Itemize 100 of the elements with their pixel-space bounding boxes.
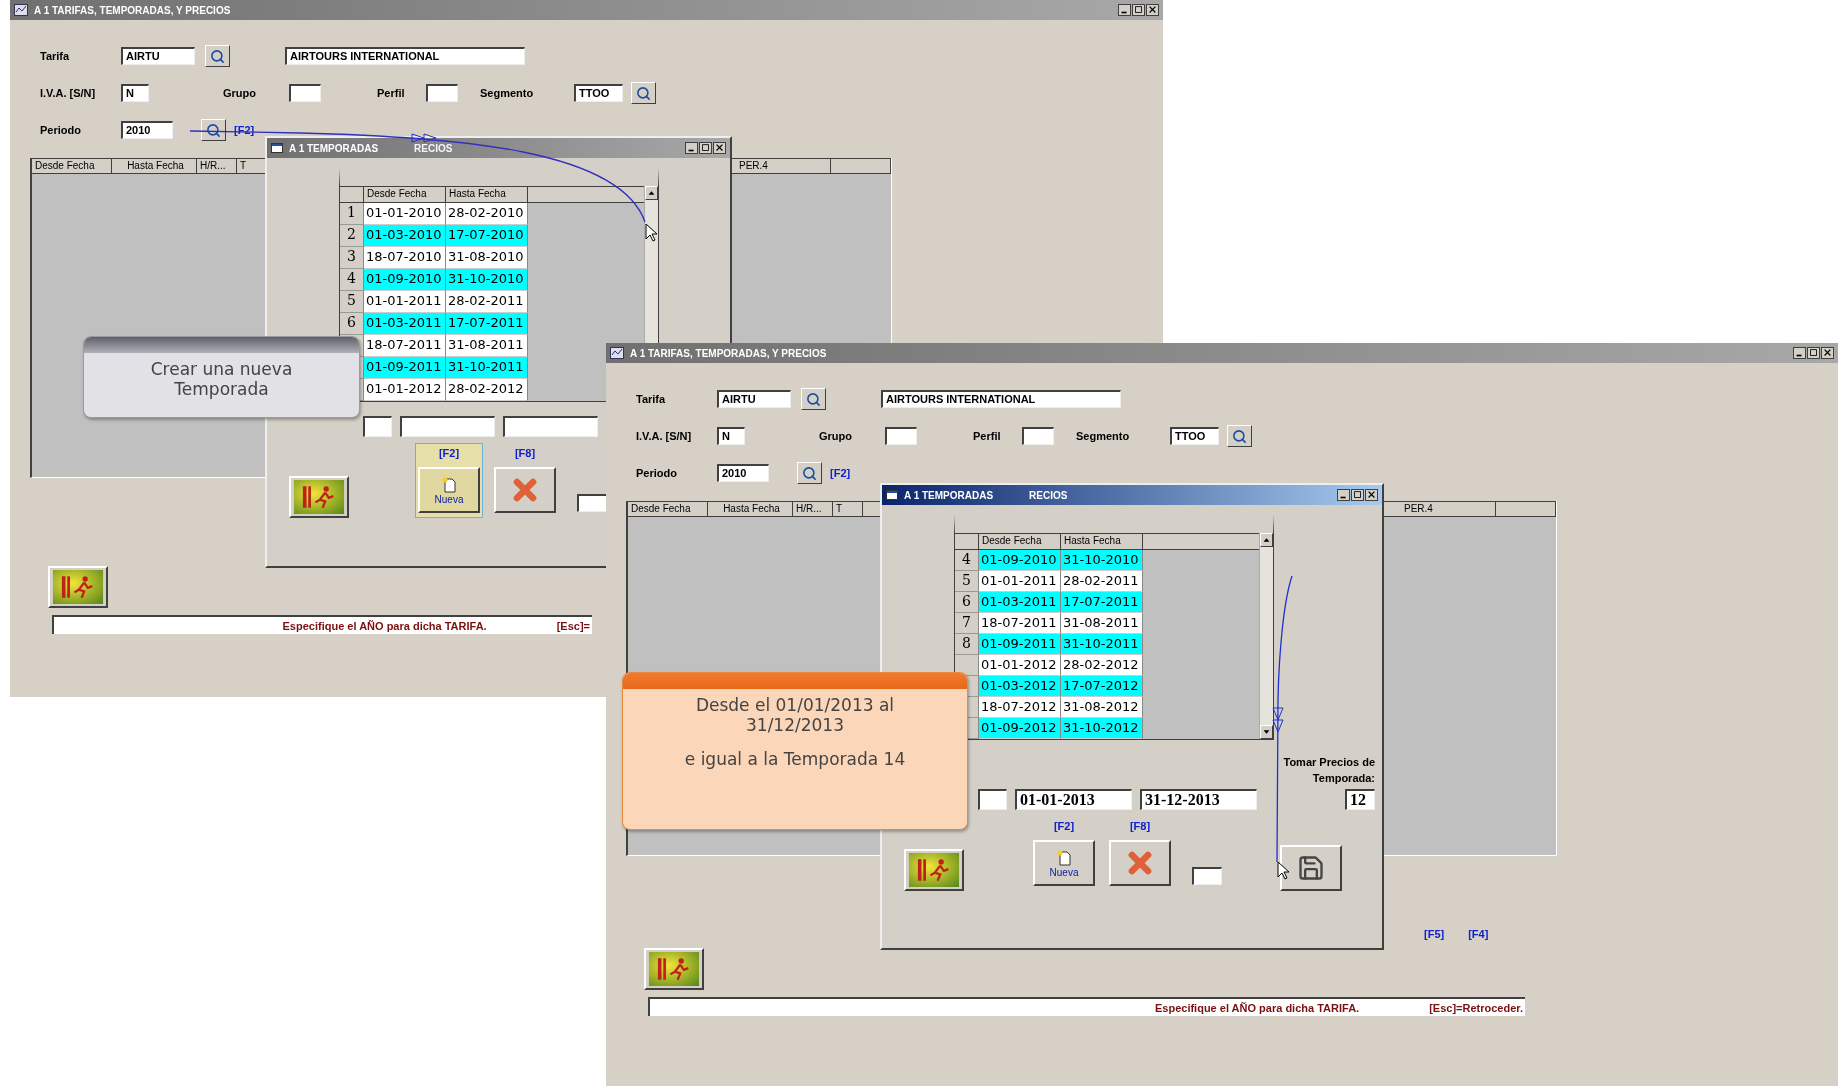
table-cell[interactable]: 01-03-2011 xyxy=(979,592,1061,613)
input-field[interactable] xyxy=(289,84,321,102)
input-field[interactable] xyxy=(1022,427,1054,445)
date-field[interactable] xyxy=(503,416,598,437)
input-field[interactable]: 2010 xyxy=(121,121,173,139)
table-cell[interactable]: 01-01-2012 xyxy=(979,655,1061,676)
column-header: T xyxy=(833,502,863,516)
callout-text: Desde el 01/01/2013 al 31/12/2013 xyxy=(694,695,896,735)
search-button[interactable] xyxy=(201,119,226,141)
input-field[interactable]: 2010 xyxy=(717,464,769,482)
table-cell[interactable]: 01-09-2012 xyxy=(979,718,1061,739)
table-cell[interactable]: 01-01-2010 xyxy=(364,203,446,225)
date-field[interactable]: 31-12-2013 xyxy=(1140,789,1257,810)
input-field[interactable] xyxy=(1192,867,1222,885)
table-cell[interactable]: 31-08-2012 xyxy=(1061,697,1143,718)
table-cell[interactable]: 01-09-2010 xyxy=(364,269,446,291)
table-cell[interactable]: 31-10-2011 xyxy=(446,357,528,379)
input-field[interactable]: AIRTOURS INTERNATIONAL xyxy=(285,47,525,65)
input-field[interactable] xyxy=(885,427,917,445)
search-button[interactable] xyxy=(801,388,826,410)
delete-button[interactable] xyxy=(494,467,556,513)
minimize-icon[interactable] xyxy=(1793,347,1806,359)
table-cell[interactable]: 28-02-2012 xyxy=(1061,655,1143,676)
input-field[interactable]: TTOO xyxy=(574,84,623,102)
table-cell[interactable]: 28-02-2011 xyxy=(1061,571,1143,592)
minimize-icon[interactable] xyxy=(1118,4,1131,16)
maximize-icon[interactable] xyxy=(1807,347,1820,359)
table-cell[interactable]: 17-07-2012 xyxy=(1061,676,1143,697)
column-header: Desde Fecha xyxy=(364,187,446,202)
exit-button[interactable] xyxy=(48,566,108,608)
table-cell[interactable]: 18-07-2011 xyxy=(364,335,446,357)
table-cell[interactable]: 01-09-2011 xyxy=(979,634,1061,655)
exit-button[interactable] xyxy=(289,476,349,518)
scroll-up-icon[interactable] xyxy=(1260,533,1273,547)
search-button[interactable] xyxy=(205,45,230,67)
table-cell[interactable]: 01-01-2011 xyxy=(364,291,446,313)
delete-button[interactable] xyxy=(1109,840,1171,886)
row-number: 5 xyxy=(955,571,979,592)
minimize-icon[interactable] xyxy=(1337,489,1350,501)
table-cell[interactable]: 18-07-2012 xyxy=(979,697,1061,718)
date-field[interactable] xyxy=(400,416,495,437)
input-field[interactable] xyxy=(426,84,458,102)
table-cell[interactable]: 28-02-2011 xyxy=(446,291,528,313)
new-button[interactable]: Nueva xyxy=(418,467,480,513)
app-icon xyxy=(610,347,624,359)
table-cell[interactable]: 31-08-2010 xyxy=(446,247,528,269)
input-field[interactable]: TTOO xyxy=(1170,427,1219,445)
table-cell[interactable]: 18-07-2010 xyxy=(364,247,446,269)
table-cell[interactable]: 01-03-2011 xyxy=(364,313,446,335)
maximize-icon[interactable] xyxy=(1132,4,1145,16)
input-field[interactable] xyxy=(363,416,392,437)
input-field[interactable]: AIRTU xyxy=(717,390,791,408)
table-cell[interactable]: 31-10-2010 xyxy=(446,269,528,291)
table-cell[interactable]: 17-07-2011 xyxy=(446,313,528,335)
table-cell[interactable]: 31-10-2012 xyxy=(1061,718,1143,739)
table-cell[interactable]: 01-03-2012 xyxy=(979,676,1061,697)
search-icon xyxy=(636,85,651,101)
scroll-down-icon[interactable] xyxy=(1260,725,1273,739)
field-label: Grupo xyxy=(223,87,257,99)
close-icon[interactable] xyxy=(1146,4,1159,16)
table-cell[interactable]: 18-07-2011 xyxy=(979,613,1061,634)
close-icon[interactable] xyxy=(1821,347,1834,359)
table-cell[interactable]: 01-09-2010 xyxy=(979,550,1061,571)
table-cell[interactable]: 31-08-2011 xyxy=(446,335,528,357)
exit-button[interactable] xyxy=(904,849,964,891)
new-button[interactable]: Nueva xyxy=(1033,840,1095,886)
table-cell[interactable]: 31-08-2011 xyxy=(1061,613,1143,634)
search-button[interactable] xyxy=(1227,425,1252,447)
cursor-icon xyxy=(645,223,658,242)
season-field[interactable]: 12 xyxy=(1345,789,1375,810)
input-field[interactable]: N xyxy=(121,84,149,102)
input-field[interactable]: N xyxy=(717,427,745,445)
scrollbar[interactable] xyxy=(1259,533,1273,739)
minimize-icon[interactable] xyxy=(685,142,698,154)
input-field[interactable] xyxy=(978,789,1007,810)
table-cell[interactable]: 31-10-2011 xyxy=(1061,634,1143,655)
search-button[interactable] xyxy=(631,82,656,104)
exit-button[interactable] xyxy=(644,948,704,990)
input-field[interactable]: AIRTU xyxy=(121,47,195,65)
save-button[interactable] xyxy=(1280,845,1342,891)
running-man-icon xyxy=(908,853,960,887)
search-button[interactable] xyxy=(797,462,822,484)
table-cell[interactable]: 28-02-2010 xyxy=(446,203,528,225)
table-cell[interactable]: 01-01-2011 xyxy=(979,571,1061,592)
table-cell[interactable]: 01-09-2011 xyxy=(364,357,446,379)
table-cell[interactable]: 28-02-2012 xyxy=(446,379,528,401)
input-field[interactable]: AIRTOURS INTERNATIONAL xyxy=(881,390,1121,408)
date-field[interactable]: 01-01-2013 xyxy=(1015,789,1132,810)
close-icon[interactable] xyxy=(713,142,726,154)
scroll-up-icon[interactable] xyxy=(645,186,658,200)
maximize-icon[interactable] xyxy=(699,142,712,154)
input-field[interactable] xyxy=(577,494,607,512)
table-cell[interactable]: 31-10-2010 xyxy=(1061,550,1143,571)
table-cell[interactable]: 01-03-2010 xyxy=(364,225,446,247)
table-cell[interactable]: 17-07-2010 xyxy=(446,225,528,247)
table-cell[interactable]: 01-01-2012 xyxy=(364,379,446,401)
maximize-icon[interactable] xyxy=(1351,489,1364,501)
table-cell[interactable]: 17-07-2011 xyxy=(1061,592,1143,613)
close-icon[interactable] xyxy=(1365,489,1378,501)
row-number: 7 xyxy=(955,613,979,634)
